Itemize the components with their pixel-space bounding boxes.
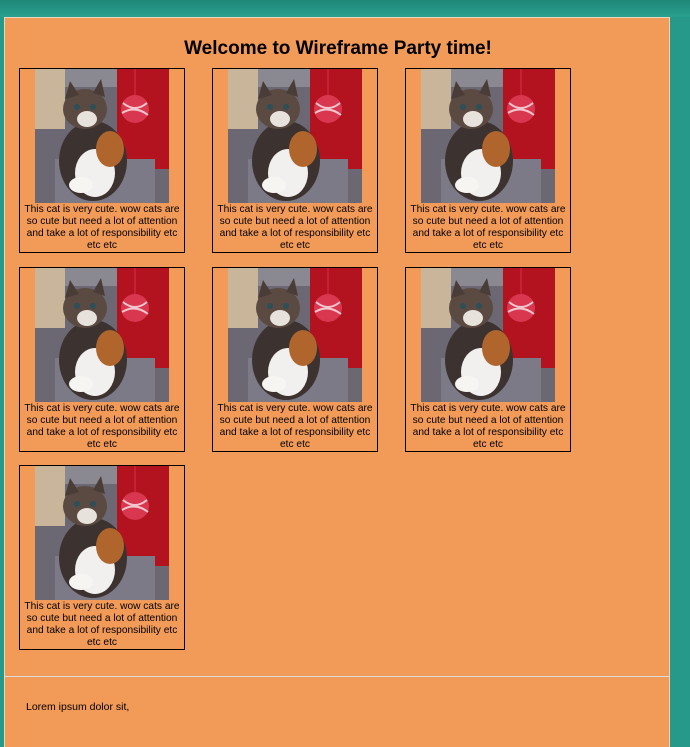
cat-card: This cat is very cute. wow cats are so c… xyxy=(19,465,185,650)
card-caption: This cat is very cute. wow cats are so c… xyxy=(217,204,373,251)
footer-divider xyxy=(5,676,669,677)
kitten-photo xyxy=(35,466,169,600)
cat-card: This cat is very cute. wow cats are so c… xyxy=(19,267,185,452)
cat-card: This cat is very cute. wow cats are so c… xyxy=(212,267,378,452)
kitten-photo xyxy=(35,268,169,402)
kitten-photo xyxy=(228,268,362,402)
cat-card: This cat is very cute. wow cats are so c… xyxy=(405,267,571,452)
card-caption: This cat is very cute. wow cats are so c… xyxy=(24,601,180,648)
card-caption: This cat is very cute. wow cats are so c… xyxy=(410,403,566,450)
kitten-photo xyxy=(228,69,362,203)
page-container: Welcome to Wireframe Party time! This ca… xyxy=(4,17,670,747)
cat-card: This cat is very cute. wow cats are so c… xyxy=(212,68,378,253)
kitten-photo xyxy=(421,69,555,203)
card-caption: This cat is very cute. wow cats are so c… xyxy=(410,204,566,251)
kitten-photo xyxy=(421,268,555,402)
card-caption: This cat is very cute. wow cats are so c… xyxy=(217,403,373,450)
card-caption: This cat is very cute. wow cats are so c… xyxy=(24,403,180,450)
cat-card: This cat is very cute. wow cats are so c… xyxy=(19,68,185,253)
card-caption: This cat is very cute. wow cats are so c… xyxy=(24,204,180,251)
cat-card: This cat is very cute. wow cats are so c… xyxy=(405,68,571,253)
footer-text: Lorem ipsum dolor sit, xyxy=(26,701,130,713)
page-title: Welcome to Wireframe Party time! xyxy=(184,38,492,59)
window-top-band xyxy=(0,0,690,17)
kitten-photo xyxy=(35,69,169,203)
